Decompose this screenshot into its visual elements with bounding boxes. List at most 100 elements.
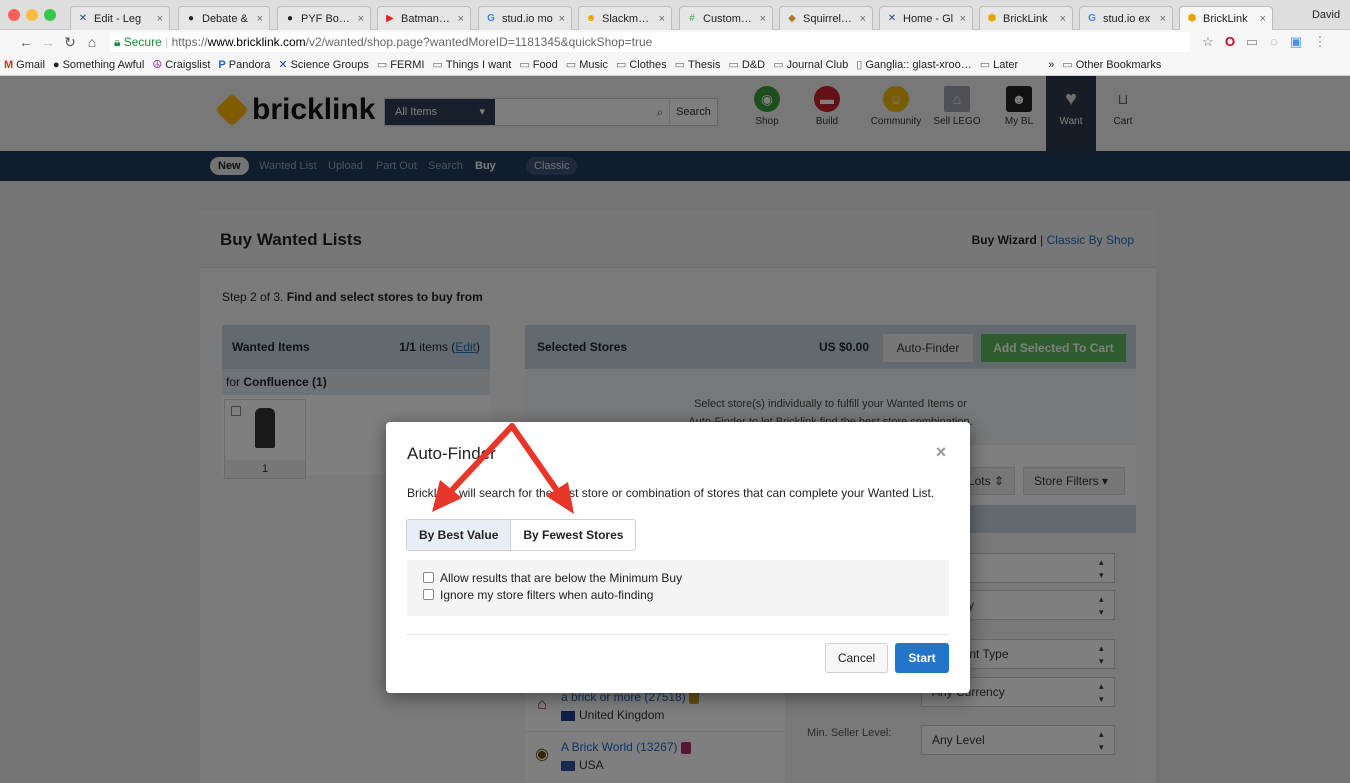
close-window-button[interactable] bbox=[8, 9, 20, 21]
x-logo-icon: ✕ bbox=[278, 59, 288, 71]
profile-button[interactable]: David bbox=[1302, 0, 1350, 30]
close-tab-icon[interactable]: × bbox=[559, 13, 565, 25]
star-icon[interactable]: ☆ bbox=[1200, 34, 1216, 50]
allow-below-minimum-checkbox[interactable] bbox=[423, 572, 434, 583]
browser-tab[interactable]: Gstud.io ex × bbox=[1079, 6, 1173, 30]
auto-finder-options: Allow results that are below the Minimum… bbox=[407, 560, 949, 616]
browser-tab[interactable]: ◆ Squirrels@ × bbox=[779, 6, 873, 30]
folder-icon: ▭ bbox=[728, 59, 739, 71]
folder-icon: ▭ bbox=[432, 59, 443, 71]
folder-icon: ▭ bbox=[1062, 59, 1073, 71]
x-logo-icon: ✕ bbox=[887, 12, 897, 24]
bookmark-folder[interactable]: ▭ D&D bbox=[728, 58, 765, 72]
bookmark-folder[interactable]: ▭ Music bbox=[566, 58, 608, 72]
modal-divider bbox=[407, 634, 949, 635]
cancel-button[interactable]: Cancel bbox=[825, 643, 888, 673]
x-logo-icon: ✕ bbox=[78, 12, 88, 24]
extension-icon[interactable]: ◌ bbox=[1266, 34, 1282, 50]
grenade-icon: ● bbox=[286, 12, 294, 24]
close-tab-icon[interactable]: × bbox=[860, 13, 866, 25]
peace-icon: ☮ bbox=[152, 59, 163, 71]
slack-icon: # bbox=[689, 12, 695, 24]
auto-finder-modal: Auto-Finder × BrickLink will search for … bbox=[386, 422, 970, 693]
secure-label: Secure bbox=[123, 35, 162, 49]
bookmarks-bar: M Gmail ● Something Awful ☮ Craigslist P Pan… bbox=[0, 54, 1350, 76]
modal-title: Auto-Finder bbox=[407, 444, 496, 463]
grenade-icon: ● bbox=[52, 58, 60, 71]
address-bar-row: ← → ↻ ⌂ 🔒︎ Secure | https://www.bricklin… bbox=[0, 30, 1350, 54]
tab-by-fewest-stores[interactable]: By Fewest Stores bbox=[511, 520, 636, 550]
close-tab-icon[interactable]: × bbox=[760, 13, 766, 25]
bookmark-folder[interactable]: ▭ FERMI bbox=[377, 58, 425, 72]
bookmark-folder[interactable]: ▭ Thesis bbox=[674, 58, 721, 72]
bookmark-folder[interactable]: ▭ Things I want bbox=[432, 58, 511, 72]
browser-tab[interactable]: # Custom Er × bbox=[679, 6, 773, 30]
auto-finder-mode-tabs: By Best Value By Fewest Stores bbox=[406, 519, 637, 551]
modal-description: BrickLink will search for the best store… bbox=[407, 486, 935, 500]
maximize-window-button[interactable] bbox=[44, 9, 56, 21]
browser-tab[interactable]: ⬢ BrickLink × bbox=[979, 6, 1073, 30]
bookmark-folder[interactable]: ▭ Food bbox=[519, 58, 557, 72]
browser-tab[interactable]: ▶ Batman Fo × bbox=[377, 6, 471, 30]
menu-dots-icon[interactable]: ⋮ bbox=[1312, 34, 1328, 50]
forward-arrow-icon[interactable]: → bbox=[40, 33, 56, 51]
close-tab-icon[interactable]: × bbox=[157, 13, 163, 25]
other-bookmarks-folder[interactable]: ▭ Other Bookmarks bbox=[1062, 58, 1161, 72]
bookmark-item[interactable]: M Gmail bbox=[4, 59, 45, 71]
reload-icon[interactable]: ↻ bbox=[62, 33, 78, 51]
squirrel-icon: ◆ bbox=[788, 12, 796, 24]
browser-tab[interactable]: ● PYF Booth × bbox=[277, 6, 371, 30]
browser-tab[interactable]: ✕ Edit - Leg × bbox=[70, 6, 170, 30]
url-input[interactable]: 🔒︎ Secure | https://www.bricklink.com/v2… bbox=[110, 32, 1190, 52]
browser-tab-active[interactable]: ⬢ BrickLink × bbox=[1179, 6, 1273, 30]
youtube-icon: ▶ bbox=[386, 12, 394, 24]
url-scheme: https:// bbox=[171, 35, 208, 49]
bookmark-item[interactable]: ☮ Craigslist bbox=[152, 58, 210, 72]
extension-icon[interactable]: ▭ bbox=[1244, 34, 1260, 50]
google-icon: G bbox=[1088, 12, 1096, 24]
close-tab-icon[interactable]: × bbox=[358, 13, 364, 25]
close-icon[interactable]: × bbox=[933, 442, 949, 462]
browser-tab[interactable]: Gstud.io mo × bbox=[478, 6, 572, 30]
close-tab-icon[interactable]: × bbox=[458, 13, 464, 25]
tab-by-best-value[interactable]: By Best Value bbox=[407, 520, 512, 550]
browser-tab[interactable]: ✕ Home - Gl × bbox=[879, 6, 973, 30]
folder-icon: ▭ bbox=[519, 59, 530, 71]
bookmark-item[interactable]: ● Something Awful bbox=[53, 59, 144, 71]
bricklink-icon: ⬢ bbox=[987, 12, 997, 24]
opera-icon[interactable]: O bbox=[1222, 34, 1238, 50]
close-tab-icon[interactable]: × bbox=[960, 13, 966, 25]
bricklink-icon: ⬢ bbox=[1187, 12, 1197, 24]
grenade-icon: ● bbox=[187, 12, 195, 24]
close-tab-icon[interactable]: × bbox=[659, 13, 665, 25]
ignore-store-filters-checkbox[interactable] bbox=[423, 589, 434, 600]
minimize-window-button[interactable] bbox=[26, 9, 38, 21]
close-tab-icon[interactable]: × bbox=[1260, 13, 1266, 25]
close-tab-icon[interactable]: × bbox=[1160, 13, 1166, 25]
close-tab-icon[interactable]: × bbox=[257, 13, 263, 25]
browser-tab[interactable]: ☻ Slackmojis × bbox=[578, 6, 672, 30]
allow-below-minimum-option[interactable]: Allow results that are below the Minimum… bbox=[423, 569, 949, 586]
lock-icon: 🔒︎ bbox=[114, 35, 121, 49]
bookmarks-overflow-button[interactable]: » bbox=[1048, 59, 1054, 71]
back-arrow-icon[interactable]: ← bbox=[18, 33, 34, 51]
bookmark-folder[interactable]: ▭ Journal Club bbox=[773, 58, 848, 72]
browser-tab[interactable]: ● Debate & × bbox=[178, 6, 270, 30]
folder-icon: ▭ bbox=[615, 59, 627, 71]
browser-tab-bar: ✕ Edit - Leg × ● Debate & × ● PYF Booth × ▶ Bat… bbox=[0, 0, 1350, 30]
pandora-icon: P bbox=[218, 58, 226, 71]
extension-icon[interactable]: ▣ bbox=[1288, 34, 1304, 50]
gmail-icon: M bbox=[4, 58, 14, 71]
folder-icon: ▭ bbox=[674, 59, 686, 71]
start-button[interactable]: Start bbox=[895, 643, 949, 673]
bookmark-item[interactable]: ✕ Science Groups bbox=[278, 58, 368, 72]
home-icon[interactable]: ⌂ bbox=[84, 33, 100, 51]
bookmark-folder[interactable]: ▭ Later bbox=[980, 58, 1018, 72]
bookmark-item[interactable]: P Pandora bbox=[218, 59, 270, 71]
url-path: /v2/wanted/shop.page?wantedMoreID=118134… bbox=[305, 35, 653, 49]
page-icon: ▯ bbox=[856, 59, 863, 71]
bookmark-folder[interactable]: ▭ Clothes bbox=[615, 58, 667, 72]
bookmark-item[interactable]: ▯ Ganglia:: glast-xroo… bbox=[856, 58, 971, 72]
close-tab-icon[interactable]: × bbox=[1060, 13, 1066, 25]
ignore-store-filters-option[interactable]: Ignore my store filters when auto-findin… bbox=[423, 586, 949, 603]
